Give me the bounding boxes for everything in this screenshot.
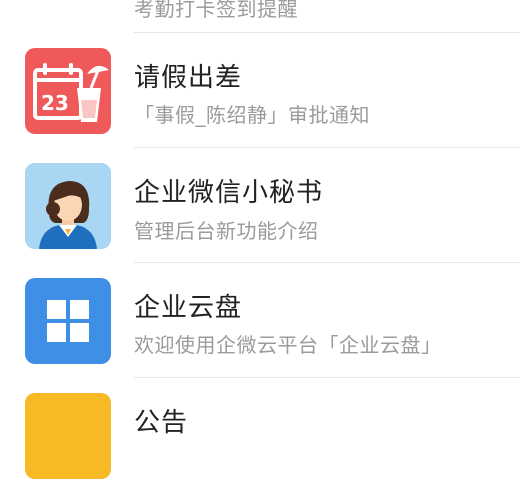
item-title: 公告	[134, 408, 189, 438]
list-item-announcement[interactable]: 公告	[0, 378, 520, 493]
item-subtitle: 「事假_陈绍静」审批通知	[134, 103, 370, 127]
list-item-secretary[interactable]: 企业微信小秘书 管理后台新功能介绍	[0, 148, 520, 263]
assistant-avatar-icon	[25, 163, 111, 249]
calendar-day-number: 23	[41, 91, 69, 115]
item-title: 企业云盘	[134, 293, 243, 323]
announcement-icon	[25, 393, 111, 479]
grid-icon	[25, 278, 111, 364]
item-subtitle: 欢迎使用企微云平台「企业云盘」	[134, 333, 442, 357]
item-title: 请假出差	[134, 63, 243, 93]
list-item-attendance[interactable]: 考勤打卡签到提醒	[0, 0, 520, 33]
list-item-leave-travel[interactable]: 23 请假出差 「事假_陈绍静」审批通知	[0, 33, 520, 148]
calendar-cup-icon: 23	[25, 48, 111, 134]
list-item-cloud-disk[interactable]: 企业云盘 欢迎使用企微云平台「企业云盘」	[0, 263, 520, 378]
conversation-list: 考勤打卡签到提醒 23 请假出差 「事假_陈绍静」审批通知 企业微信小秘书 管理…	[0, 0, 520, 493]
item-title: 企业微信小秘书	[134, 178, 324, 208]
item-subtitle: 考勤打卡签到提醒	[134, 0, 298, 21]
item-subtitle: 管理后台新功能介绍	[134, 219, 319, 243]
